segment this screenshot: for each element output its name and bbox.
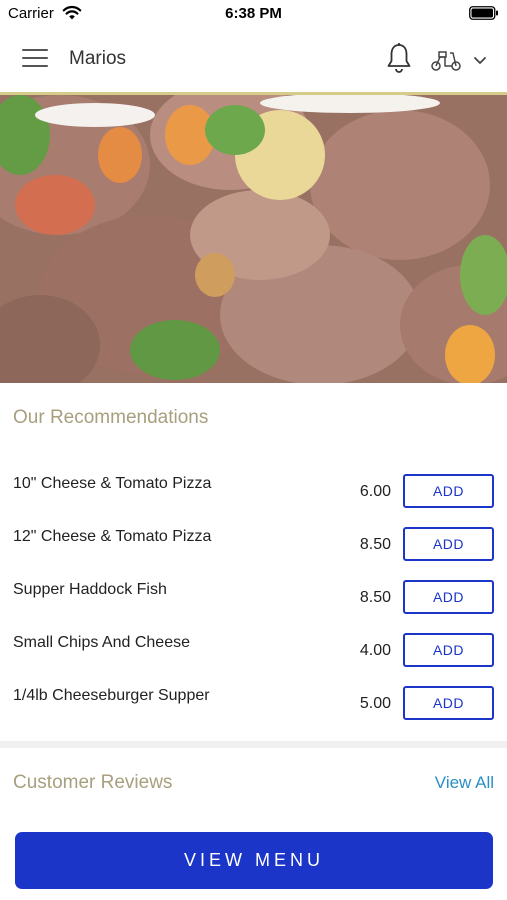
hero-food-image xyxy=(0,95,507,383)
add-button[interactable]: ADD xyxy=(403,580,494,614)
bell-icon[interactable] xyxy=(384,42,414,74)
reviews-heading: Customer Reviews xyxy=(13,772,173,793)
scooter-delivery-icon[interactable] xyxy=(430,48,462,72)
item-name: 10" Cheese & Tomato Pizza xyxy=(13,475,212,492)
add-button[interactable]: ADD xyxy=(403,527,494,561)
add-button[interactable]: ADD xyxy=(403,633,494,667)
item-price: 4.00 xyxy=(359,642,391,659)
item-price: 8.50 xyxy=(359,536,391,553)
chevron-down-icon[interactable] xyxy=(472,54,488,66)
list-item: Supper Haddock Fish 8.50 ADD xyxy=(0,580,507,634)
restaurant-title: Marios xyxy=(69,48,127,69)
section-divider xyxy=(0,741,507,748)
recommendations-heading: Our Recommendations xyxy=(13,407,209,428)
status-time: 6:38 PM xyxy=(225,5,282,22)
list-item: 12" Cheese & Tomato Pizza 8.50 ADD xyxy=(0,527,507,581)
hamburger-menu-icon[interactable] xyxy=(22,49,48,71)
item-price: 8.50 xyxy=(359,589,391,606)
list-item: 1/4lb Cheeseburger Supper 5.00 ADD xyxy=(0,686,507,740)
item-name: Supper Haddock Fish xyxy=(13,581,167,598)
view-all-reviews-link[interactable]: View All xyxy=(435,773,494,793)
item-price: 6.00 xyxy=(359,483,391,500)
list-item: 10" Cheese & Tomato Pizza 6.00 ADD xyxy=(0,474,507,528)
item-name: 1/4lb Cheeseburger Supper xyxy=(13,687,210,704)
add-button[interactable]: ADD xyxy=(403,686,494,720)
view-menu-button[interactable]: VIEW MENU xyxy=(15,832,493,889)
item-name: 12" Cheese & Tomato Pizza xyxy=(13,528,212,545)
app-header: Marios xyxy=(0,28,507,92)
list-item: Small Chips And Cheese 4.00 ADD xyxy=(0,633,507,687)
battery-icon xyxy=(469,6,498,20)
kebab-image xyxy=(0,95,507,383)
add-button[interactable]: ADD xyxy=(403,474,494,508)
status-bar: Carrier 6:38 PM xyxy=(0,0,507,28)
item-name: Small Chips And Cheese xyxy=(13,634,190,651)
item-price: 5.00 xyxy=(359,695,391,712)
